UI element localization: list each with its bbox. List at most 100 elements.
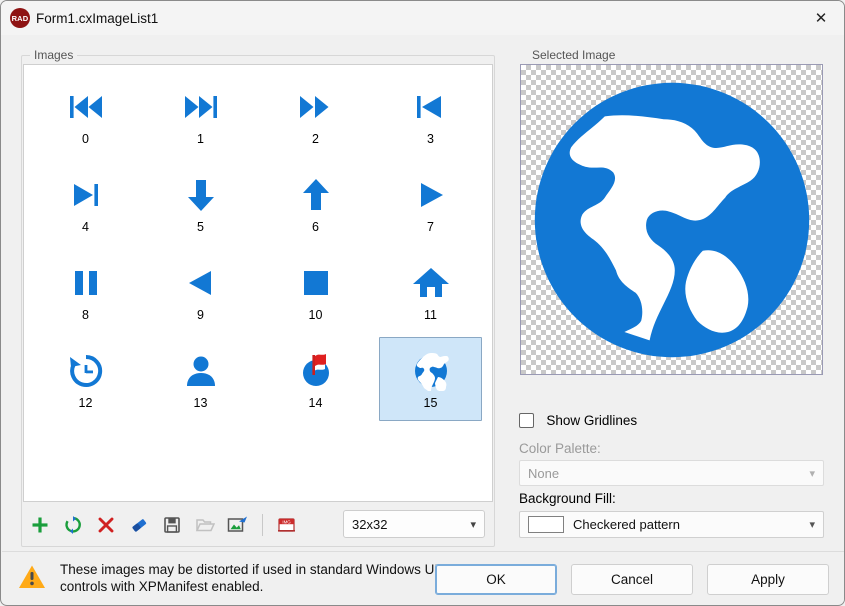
show-gridlines-label: Show Gridlines <box>546 413 637 428</box>
images-toolbar: IMG 32x32 ▾ <box>25 507 491 543</box>
background-fill-value: Checkered pattern <box>573 517 680 532</box>
svg-text:IMG: IMG <box>282 520 291 525</box>
image-index-label: 9 <box>197 308 204 322</box>
image-cell-14[interactable]: 14 <box>264 337 367 421</box>
ok-button[interactable]: OK <box>435 564 557 595</box>
background-fill-combo[interactable]: Checkered pattern ▾ <box>519 511 824 538</box>
image-index-label: 0 <box>82 132 89 146</box>
image-index-label: 12 <box>79 396 93 410</box>
image-cell-3[interactable]: 3 <box>379 73 482 157</box>
skip-to-start-icon <box>63 84 109 130</box>
step-forward-icon <box>63 172 109 218</box>
background-fill-label-row: Background Fill: <box>519 491 616 506</box>
chevron-down-icon: ▾ <box>809 518 815 531</box>
warning-triangle-icon <box>18 564 46 593</box>
image-cell-13[interactable]: 13 <box>149 337 252 421</box>
arrow-down-icon <box>178 172 224 218</box>
image-cell-1[interactable]: 1 <box>149 73 252 157</box>
chevron-down-icon: ▾ <box>470 518 476 531</box>
image-index-label: 14 <box>309 396 323 410</box>
warning-bar: These images may be distorted if used in… <box>2 551 845 604</box>
image-cell-8[interactable]: 8 <box>34 249 137 333</box>
warning-text: These images may be distorted if used in… <box>60 561 460 595</box>
toolbar-separator <box>262 514 263 536</box>
flag-globe-icon <box>293 348 339 394</box>
image-cell-12[interactable]: 12 <box>34 337 137 421</box>
color-palette-label-row: Color Palette: <box>519 441 601 456</box>
delete-image-button[interactable] <box>91 510 121 540</box>
images-group: Images 0123456789101112131415 <box>21 55 495 547</box>
image-cell-5[interactable]: 5 <box>149 161 252 245</box>
image-index-label: 11 <box>424 308 437 322</box>
selected-image-preview <box>520 64 823 375</box>
globe-icon <box>408 348 454 394</box>
image-cell-0[interactable]: 0 <box>34 73 137 157</box>
clear-image-button[interactable] <box>124 510 154 540</box>
image-cell-15[interactable]: 15 <box>379 337 482 421</box>
image-cell-10[interactable]: 10 <box>264 249 367 333</box>
close-icon[interactable]: ✕ <box>798 1 844 35</box>
image-cell-11[interactable]: 11 <box>379 249 482 333</box>
image-cell-9[interactable]: 9 <box>149 249 252 333</box>
replace-image-button[interactable] <box>58 510 88 540</box>
image-cell-2[interactable]: 2 <box>264 73 367 157</box>
img-format-icon: IMG <box>275 515 297 535</box>
history-clock-icon <box>63 348 109 394</box>
image-size-value: 32x32 <box>352 517 387 532</box>
export-image-icon <box>227 515 249 535</box>
show-gridlines-checkbox[interactable] <box>519 413 534 428</box>
stop-icon <box>293 260 339 306</box>
refresh-icon <box>63 515 83 535</box>
image-index-label: 7 <box>427 220 434 234</box>
image-index-label: 10 <box>309 308 323 322</box>
image-index-label: 6 <box>312 220 319 234</box>
chevron-down-icon: ▾ <box>809 467 815 480</box>
images-list[interactable]: 0123456789101112131415 <box>23 64 493 502</box>
images-group-label: Images <box>30 48 77 62</box>
rad-icon: RAD <box>10 8 30 28</box>
open-button <box>190 510 220 540</box>
image-index-label: 5 <box>197 220 204 234</box>
selected-image-group: Selected Image <box>519 55 824 377</box>
red-x-icon <box>96 515 116 535</box>
user-icon <box>178 348 224 394</box>
selected-image-group-label: Selected Image <box>528 48 619 62</box>
fast-forward-icon <box>293 84 339 130</box>
image-cell-6[interactable]: 6 <box>264 161 367 245</box>
image-cell-4[interactable]: 4 <box>34 161 137 245</box>
eraser-icon <box>129 515 149 535</box>
image-index-label: 15 <box>424 396 438 410</box>
image-cell-7[interactable]: 7 <box>379 161 482 245</box>
open-folder-icon <box>195 515 215 535</box>
window-title: Form1.cxImageList1 <box>36 11 158 26</box>
image-index-label: 2 <box>312 132 319 146</box>
image-format-button[interactable]: IMG <box>271 510 301 540</box>
image-index-label: 1 <box>197 132 204 146</box>
color-palette-combo: None ▾ <box>519 460 824 486</box>
play-reverse-icon <box>178 260 224 306</box>
color-palette-value: None <box>528 466 559 481</box>
home-icon <box>408 260 454 306</box>
show-gridlines-row[interactable]: Show Gridlines <box>519 413 637 428</box>
play-icon <box>408 172 454 218</box>
image-index-label: 8 <box>82 308 89 322</box>
skip-to-end-icon <box>178 84 224 130</box>
image-index-label: 3 <box>427 132 434 146</box>
cancel-button[interactable]: Cancel <box>571 564 693 595</box>
color-palette-label: Color Palette: <box>519 441 601 456</box>
image-size-combo[interactable]: 32x32 ▾ <box>343 510 485 538</box>
add-image-button[interactable] <box>25 510 55 540</box>
save-button[interactable] <box>157 510 187 540</box>
apply-button[interactable]: Apply <box>707 564 829 595</box>
step-backward-icon <box>408 84 454 130</box>
pause-icon <box>63 260 109 306</box>
dialog-buttons: OK Cancel Apply <box>435 564 829 595</box>
image-list-editor-window: RAD Form1.cxImageList1 ✕ Images 01234567… <box>0 0 845 606</box>
background-fill-swatch <box>528 516 564 533</box>
title-bar: RAD Form1.cxImageList1 ✕ <box>1 1 844 35</box>
arrow-up-icon <box>293 172 339 218</box>
floppy-disk-icon <box>162 515 182 535</box>
globe-icon <box>532 80 812 360</box>
image-index-label: 13 <box>194 396 208 410</box>
export-image-button[interactable] <box>223 510 253 540</box>
